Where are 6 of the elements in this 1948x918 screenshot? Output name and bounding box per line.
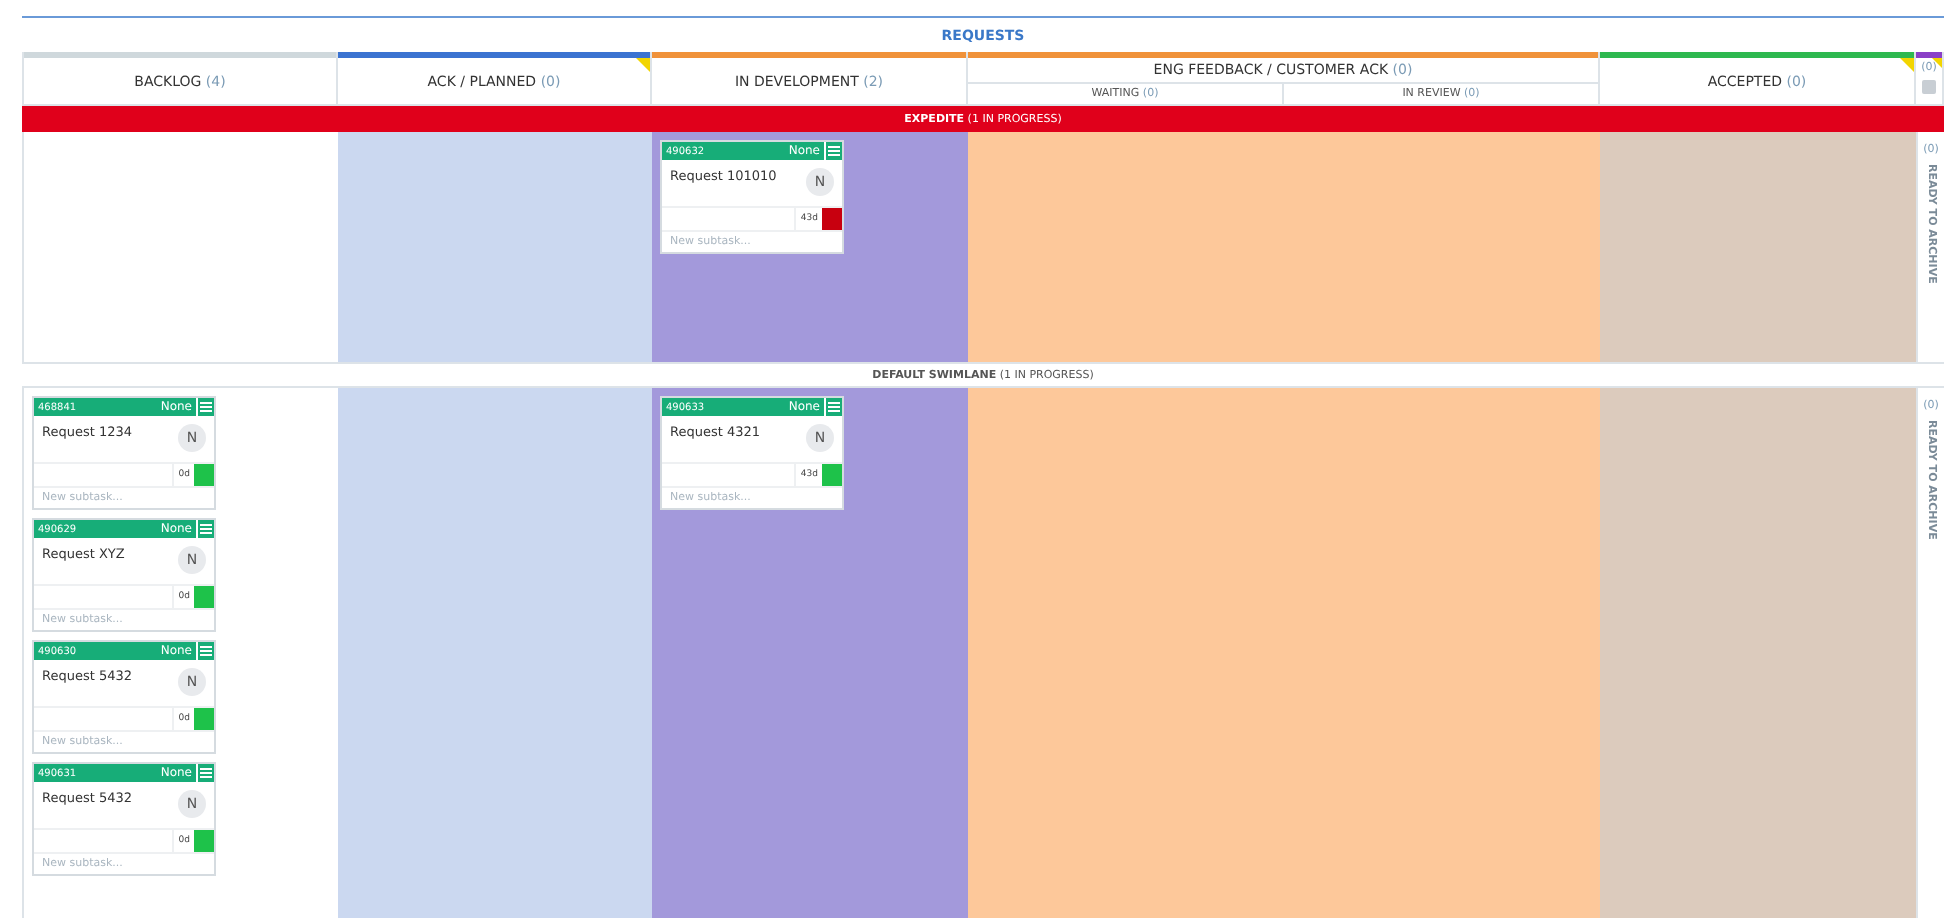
menu-icon[interactable]	[196, 642, 214, 660]
menu-icon[interactable]	[196, 764, 214, 782]
menu-icon[interactable]	[824, 142, 842, 160]
menu-icon[interactable]	[824, 398, 842, 416]
menu-icon[interactable]	[196, 398, 214, 416]
menu-icon[interactable]	[196, 520, 214, 538]
